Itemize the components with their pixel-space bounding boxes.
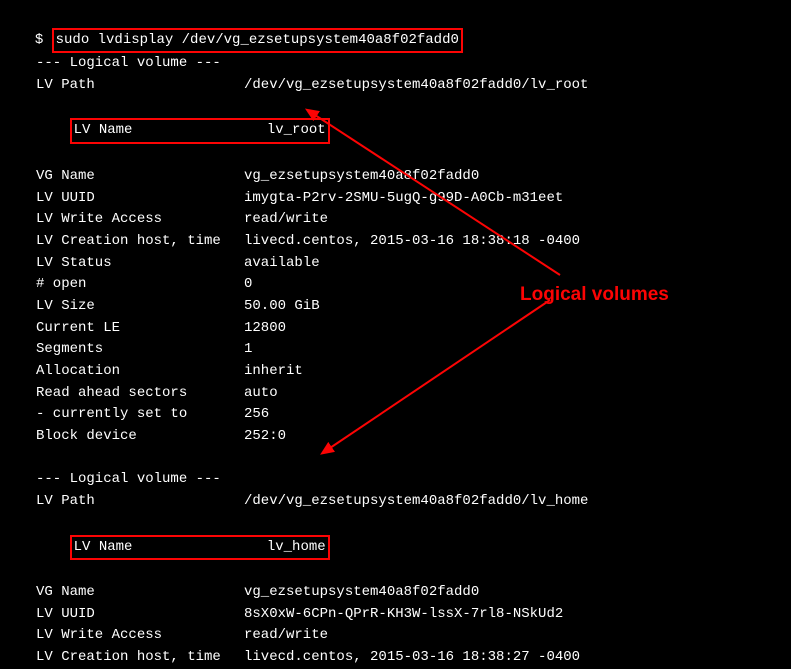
lv2-vgname-row: VG Namevg_ezsetupsystem40a8f02fadd0	[36, 582, 773, 604]
lv2-name-row: LV Name lv_home	[36, 513, 773, 582]
field-label: LV Status	[36, 253, 244, 275]
field-label: Allocation	[36, 361, 244, 383]
lv1-vgname-row: VG Namevg_ezsetupsystem40a8f02fadd0	[36, 166, 773, 188]
field-value: available	[244, 253, 320, 275]
field-label: LV Creation host, time	[36, 231, 244, 253]
field-label: # open	[36, 274, 244, 296]
field-label: Block device	[36, 426, 244, 448]
field-value: lv_home	[267, 539, 326, 555]
field-value: livecd.centos, 2015-03-16 18:38:18 -0400	[244, 231, 580, 253]
field-value: imygta-P2rv-2SMU-5ugQ-g99D-A0Cb-m31eet	[244, 188, 563, 210]
field-label: - currently set to	[36, 404, 244, 426]
lv1-ctime-row: LV Creation host, timelivecd.centos, 201…	[36, 231, 773, 253]
blank-line	[36, 448, 773, 470]
section-header-2: --- Logical volume ---	[36, 469, 773, 491]
field-value: read/write	[244, 209, 328, 231]
field-label: LV UUID	[36, 604, 244, 626]
field-value: livecd.centos, 2015-03-16 18:38:27 -0400	[244, 647, 580, 669]
field-label: Segments	[36, 339, 244, 361]
lvdisplay-output: --- Logical volume --- LV Path/dev/vg_ez…	[18, 53, 773, 668]
lv1-status-row: LV Statusavailable	[36, 253, 773, 275]
field-label: Read ahead sectors	[36, 383, 244, 405]
field-label: LV Creation host, time	[36, 647, 244, 669]
lv1-rahead-row: Read ahead sectorsauto	[36, 383, 773, 405]
field-value: vg_ezsetupsystem40a8f02fadd0	[244, 582, 479, 604]
lv1-waccess-row: LV Write Accessread/write	[36, 209, 773, 231]
field-value: 256	[244, 404, 269, 426]
command-text: sudo lvdisplay /dev/vg_ezsetupsystem40a8…	[56, 32, 459, 48]
field-value: 8sX0xW-6CPn-QPrR-KH3W-lssX-7rl8-NSkUd2	[244, 604, 563, 626]
lv1-cset-row: - currently set to256	[36, 404, 773, 426]
field-value: 1	[244, 339, 252, 361]
field-label: VG Name	[36, 582, 244, 604]
lv2-waccess-row: LV Write Accessread/write	[36, 625, 773, 647]
field-value: vg_ezsetupsystem40a8f02fadd0	[244, 166, 479, 188]
field-value: 0	[244, 274, 252, 296]
field-label: Current LE	[36, 318, 244, 340]
lv1-name-row: LV Name lv_root	[36, 97, 773, 166]
field-value: /dev/vg_ezsetupsystem40a8f02fadd0/lv_roo…	[244, 75, 588, 97]
field-value: 12800	[244, 318, 286, 340]
field-label: LV Size	[36, 296, 244, 318]
field-label: LV UUID	[36, 188, 244, 210]
annotation-label: Logical volumes	[520, 280, 669, 309]
lv2-uuid-row: LV UUID8sX0xW-6CPn-QPrR-KH3W-lssX-7rl8-N…	[36, 604, 773, 626]
command-line[interactable]: $ sudo lvdisplay /dev/vg_ezsetupsystem40…	[18, 8, 773, 53]
field-value: lv_root	[267, 122, 326, 138]
field-value: auto	[244, 383, 278, 405]
field-value: inherit	[244, 361, 303, 383]
field-label: LV Write Access	[36, 209, 244, 231]
lv2-path-row: LV Path/dev/vg_ezsetupsystem40a8f02fadd0…	[36, 491, 773, 513]
lv-name-highlight-box: LV Name lv_home	[70, 535, 330, 561]
lv1-curle-row: Current LE12800	[36, 318, 773, 340]
field-label: LV Path	[36, 491, 244, 513]
lv1-uuid-row: LV UUIDimygta-P2rv-2SMU-5ugQ-g99D-A0Cb-m…	[36, 188, 773, 210]
lv-name-highlight-box: LV Name lv_root	[70, 118, 330, 144]
lv1-path-row: LV Path/dev/vg_ezsetupsystem40a8f02fadd0…	[36, 75, 773, 97]
field-label: LV Name	[74, 539, 133, 555]
field-value: 50.00 GiB	[244, 296, 320, 318]
lv1-alloc-row: Allocationinherit	[36, 361, 773, 383]
command-highlight-box: sudo lvdisplay /dev/vg_ezsetupsystem40a8…	[52, 28, 463, 54]
lv1-blkdev-row: Block device252:0	[36, 426, 773, 448]
lv1-segments-row: Segments1	[36, 339, 773, 361]
shell-prompt: $	[35, 32, 52, 48]
field-label: VG Name	[36, 166, 244, 188]
field-value: /dev/vg_ezsetupsystem40a8f02fadd0/lv_hom…	[244, 491, 588, 513]
field-value: 252:0	[244, 426, 286, 448]
field-label: LV Write Access	[36, 625, 244, 647]
field-value: read/write	[244, 625, 328, 647]
field-label: LV Path	[36, 75, 244, 97]
lv2-ctime-row: LV Creation host, timelivecd.centos, 201…	[36, 647, 773, 669]
field-label: LV Name	[74, 122, 133, 138]
section-header-1: --- Logical volume ---	[36, 53, 773, 75]
